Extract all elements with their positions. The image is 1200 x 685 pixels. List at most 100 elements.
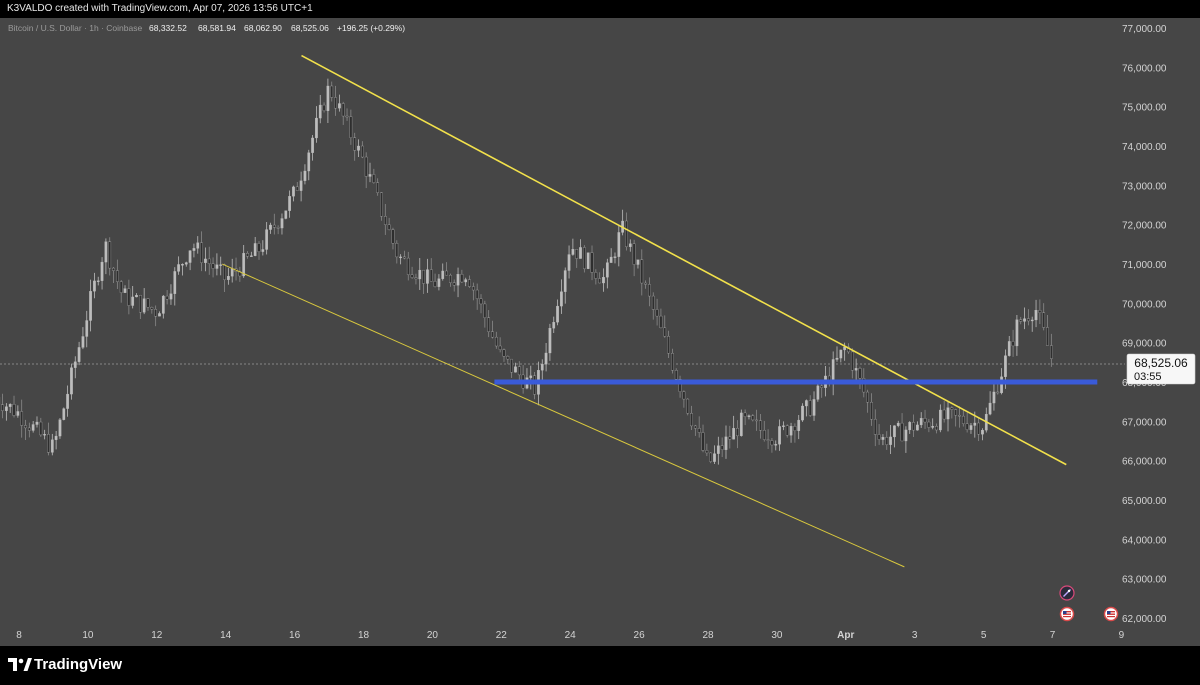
candle-body [996,391,1000,394]
candle-body [433,281,437,287]
candle-body [854,368,858,371]
candle-body [192,248,196,251]
candle-body [586,252,590,269]
candle-body [387,224,391,230]
candle-body [1034,309,1038,321]
time-tick-label: 9 [1119,630,1125,641]
candle-body [142,298,146,313]
candle-body [47,434,50,453]
symbol-legend: Bitcoin / U.S. Dollar · 1h · Coinbase 68… [8,23,405,33]
candle-body [341,103,345,117]
candle-body [414,277,418,280]
candle-body [774,444,778,446]
candle-body [380,192,383,217]
candle-body [720,445,724,450]
candle-body [632,243,636,265]
price-tick-label: 63,000.00 [1122,575,1167,586]
price-tick-label: 62,000.00 [1122,614,1167,625]
candle-body [1042,312,1046,328]
candle-body [406,257,410,275]
candle-body [881,437,885,440]
candle-body [177,264,180,272]
candle-body [743,412,747,417]
candle-body [866,391,869,403]
candle-body [981,429,984,435]
candle-body [73,361,77,368]
rocket-icon[interactable] [1059,585,1075,601]
price-tick-label: 72,000.00 [1122,221,1167,232]
candle-body [361,145,364,158]
candle-body [1050,345,1053,359]
candle-body [127,288,131,306]
candle-body [873,418,877,435]
legend-low: 68,062.90 [244,23,282,33]
candle-body [751,415,755,421]
candle-body [716,445,720,454]
candle-body [20,411,24,426]
candle-body [961,415,965,424]
candle-body [498,345,502,350]
candle-body [594,272,598,279]
us-flag-event-icon[interactable] [1059,606,1075,622]
candle-body [697,428,701,433]
price-tick-label: 71,000.00 [1122,260,1167,271]
candle-body [66,393,69,409]
candle-body [303,170,307,181]
candle-body [1007,341,1011,356]
candle-body [391,229,395,244]
candle-body [338,103,341,109]
candle-body [705,450,709,454]
us-flag-event-icon-2[interactable] [1103,606,1119,622]
candle-body [709,452,713,462]
candle-body [368,174,372,177]
candle-body [50,439,54,453]
legend-high: 68,581.94 [198,23,236,33]
time-tick-label: 24 [565,630,577,641]
candle-body [651,295,655,310]
candle-body [334,97,337,109]
legend-change: +196.25 (+0.29%) [337,23,405,33]
price-chart[interactable]: 62,000.00 63,000.00 64,000.00 65,000.00 66,0… [0,18,1200,646]
candle-body [449,274,452,283]
candle-body [789,426,793,436]
candle-body [617,232,621,257]
candle-body [491,331,494,338]
candle-body [276,227,280,229]
candle-body [383,216,387,225]
candle-body [801,405,804,421]
candle-body [288,196,291,211]
candle-body [292,186,295,197]
candle-body [575,249,579,259]
candle-body [487,317,491,332]
candle-body [816,385,820,400]
candle-body [540,364,544,371]
candle-body [169,293,173,300]
candle-body [927,421,931,428]
candle-body [483,303,487,318]
attribution-bar: K3VALDO created with TradingView.com, Ap… [0,0,1200,18]
candle-body [230,268,234,277]
candle-body [345,115,349,118]
candle-body [517,366,521,376]
candle-body [973,422,977,426]
candle-body [311,137,314,153]
candle-body [410,274,414,278]
candle-body [85,320,89,337]
time-tick-label: 7 [1050,630,1056,641]
footer-bar: TradingView [0,646,1200,685]
candle-body [257,243,261,252]
candle-body [395,243,399,258]
candle-body [850,351,854,371]
symbol-title: Bitcoin / U.S. Dollar · 1h · Coinbase [8,23,142,33]
candle-body [43,434,46,436]
candle-body [35,421,39,425]
candle-body [307,152,311,172]
time-tick-label: 20 [427,630,439,641]
candle-body [219,264,223,266]
price-tick-label: 73,000.00 [1122,181,1167,192]
candle-body [108,241,112,269]
candle-body [506,356,510,360]
candle-body [150,307,154,310]
candle-body [54,435,58,440]
candle-body [728,436,732,440]
